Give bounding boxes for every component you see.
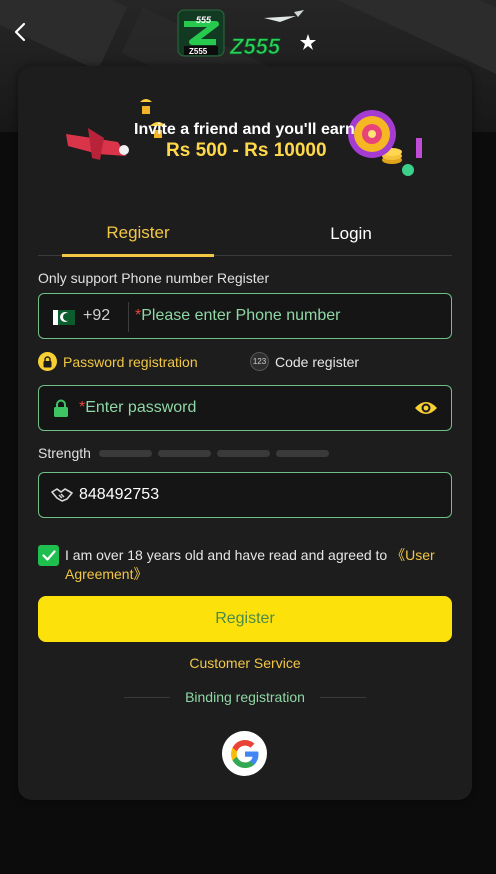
logo-main-text: Z555 [229,34,281,59]
agree-statement: I am over 18 years old and have read and… [65,547,392,563]
app-logo: 555 Z555 Z555 [177,9,316,59]
option-code-register[interactable]: 123 Code register [250,352,359,371]
invite-code-input[interactable]: 848492753 [79,486,159,504]
google-icon [230,739,258,768]
customer-service-link[interactable]: Customer Service [18,655,472,671]
eye-icon[interactable] [414,399,438,417]
phone-input[interactable]: *Please enter Phone number [135,307,340,325]
password-input[interactable]: *Enter password [79,399,196,417]
password-placeholder: Enter password [85,399,197,416]
country-code[interactable]: +92 [83,307,110,325]
register-button[interactable]: Register [38,596,452,642]
option-code-label: Code register [275,353,360,370]
binding-registration-label: Binding registration [185,689,305,705]
password-strength: Strength [38,445,335,461]
phone-support-note: Only support Phone number Register [38,270,270,286]
banner-line1: Invite a friend and you'll earn [134,121,355,138]
logo-top-text: 555 [196,15,212,25]
register-card: Invite a friend and you'll earn Rs 500 -… [18,66,472,800]
strength-bar [275,449,329,457]
banner-graphic [66,99,422,176]
agree-checkbox[interactable] [38,545,59,566]
invite-banner[interactable]: Invite a friend and you'll earn Rs 500 -… [58,98,428,180]
tab-login[interactable]: Login [275,212,427,256]
field-divider [128,302,129,332]
logo-small-text: Z555 [189,47,208,56]
phone-field[interactable]: +92 *Please enter Phone number [38,293,452,339]
pakistan-flag-icon [53,310,75,325]
back-arrow-icon [14,22,26,42]
registration-options: Password registration 123 Code register [38,352,452,372]
code-badge-icon: 123 [250,352,269,371]
header: 555 Z555 Z555 [0,0,496,64]
agree-text: I am over 18 years old and have read and… [65,546,455,584]
password-field[interactable]: *Enter password [38,385,452,431]
tab-register[interactable]: Register [62,212,214,257]
user-agreement: I am over 18 years old and have read and… [38,544,452,584]
divider-line-right [320,697,366,698]
handshake-icon [51,488,73,502]
check-icon [41,550,56,561]
back-button[interactable] [6,18,34,46]
google-login-button[interactable] [222,731,267,776]
strength-label: Strength [38,445,91,461]
option-password-label: Password registration [63,353,198,370]
option-password-registration[interactable]: Password registration [38,352,198,371]
phone-placeholder: Please enter Phone number [141,307,341,324]
auth-tabs: Register Login [38,212,452,257]
lock-icon [54,399,68,417]
strength-bar [157,449,211,457]
lock-badge-icon [38,352,57,371]
strength-bar [216,449,270,457]
invite-code-field[interactable]: 848492753 [38,472,452,518]
banner-line2: Rs 500 - Rs 10000 [166,140,327,161]
strength-bar [98,449,152,457]
